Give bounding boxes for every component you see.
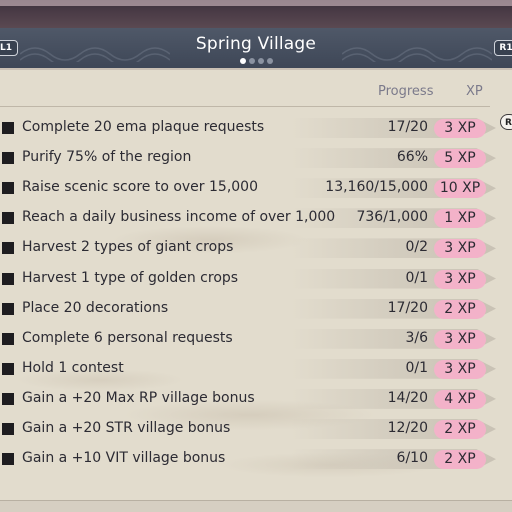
request-progress: 66% bbox=[396, 149, 428, 166]
square-bullet-icon bbox=[2, 423, 14, 435]
xp-badge: 3 XP bbox=[434, 239, 486, 259]
square-bullet-icon bbox=[2, 362, 14, 375]
r1-button[interactable]: R1 bbox=[494, 40, 512, 56]
xp-badge: 2 XP bbox=[434, 420, 486, 439]
request-name: Gain a +20 Max RP village bonus bbox=[22, 389, 255, 406]
request-row[interactable]: Purify 75% of the region 66% 5 XP bbox=[0, 145, 500, 171]
bottom-band bbox=[0, 500, 512, 512]
request-name: Complete 20 ema plaque requests bbox=[22, 119, 265, 135]
request-row[interactable]: Harvest 2 types of giant crops 0/2 3 XP bbox=[0, 235, 500, 261]
xp-badge: 10 XP bbox=[434, 179, 486, 199]
square-bullet-icon bbox=[2, 453, 14, 466]
square-bullet-icon bbox=[2, 242, 14, 255]
square-bullet-icon bbox=[2, 212, 14, 225]
village-requests-screen: Spring Village L1 R1 Progress XP R Compl… bbox=[0, 0, 512, 512]
xp-badge: 2 XP bbox=[434, 299, 486, 319]
request-progress: 0/1 bbox=[405, 359, 428, 376]
request-row[interactable]: Hold 1 contest 0/1 3 XP bbox=[0, 356, 500, 382]
l1-button[interactable]: L1 bbox=[0, 40, 18, 56]
top-pink-strip bbox=[0, 0, 512, 6]
request-name: Harvest 2 types of giant crops bbox=[22, 239, 234, 256]
request-progress: 12/20 bbox=[387, 420, 428, 436]
request-row[interactable]: Complete 20 ema plaque requests 17/20 3 XP bbox=[0, 115, 500, 141]
request-name: Gain a +20 STR village bonus bbox=[22, 420, 231, 436]
request-progress: 0/2 bbox=[405, 239, 428, 256]
xp-column-header: XP bbox=[466, 84, 483, 99]
request-progress: 17/20 bbox=[387, 119, 428, 135]
request-progress: 3/6 bbox=[405, 329, 428, 346]
xp-badge: 4 XP bbox=[434, 389, 486, 409]
xp-badge: 2 XP bbox=[434, 450, 486, 470]
square-bullet-icon bbox=[2, 152, 14, 165]
request-progress: 6/10 bbox=[396, 450, 428, 467]
request-row[interactable]: Place 20 decorations 17/20 2 XP bbox=[0, 296, 500, 322]
village-title: Spring Village bbox=[195, 34, 317, 54]
page-indicator bbox=[0, 56, 512, 64]
page-dot bbox=[257, 57, 264, 64]
request-row[interactable]: Gain a +20 STR village bonus 12/20 2 XP bbox=[0, 416, 500, 442]
xp-badge: 3 XP bbox=[434, 329, 486, 349]
xp-badge: 5 XP bbox=[434, 149, 486, 169]
request-row[interactable]: Harvest 1 type of golden crops 0/1 3 XP bbox=[0, 266, 500, 292]
request-row[interactable]: Gain a +20 Max RP village bonus 14/20 4 XP bbox=[0, 386, 500, 412]
square-bullet-icon bbox=[2, 392, 14, 405]
request-row[interactable]: Reach a daily business income of over 1,… bbox=[0, 205, 500, 231]
xp-badge: 3 XP bbox=[434, 359, 486, 379]
square-bullet-icon bbox=[2, 302, 14, 315]
header-divider bbox=[0, 106, 490, 107]
square-bullet-icon bbox=[2, 122, 14, 134]
request-name: Harvest 1 type of golden crops bbox=[22, 269, 239, 286]
top-decor-band bbox=[0, 0, 512, 29]
square-bullet-icon bbox=[2, 272, 14, 285]
request-name: Hold 1 contest bbox=[22, 359, 124, 376]
square-bullet-icon bbox=[2, 332, 14, 345]
request-name: Complete 6 personal requests bbox=[22, 329, 233, 346]
request-progress: 17/20 bbox=[387, 299, 428, 316]
request-name: Place 20 decorations bbox=[22, 299, 169, 316]
progress-column-header: Progress bbox=[378, 84, 434, 99]
request-name: Purify 75% of the region bbox=[22, 149, 192, 166]
column-headers: Progress XP bbox=[0, 84, 512, 102]
xp-badge: 3 XP bbox=[434, 119, 486, 138]
request-row[interactable]: Complete 6 personal requests 3/6 3 XP bbox=[0, 326, 500, 352]
xp-badge: 3 XP bbox=[434, 269, 486, 289]
request-progress: 0/1 bbox=[405, 269, 428, 286]
request-progress: 14/20 bbox=[387, 389, 428, 406]
request-row[interactable]: Raise scenic score to over 15,000 13,160/… bbox=[0, 175, 500, 201]
request-name: Raise scenic score to over 15,000 bbox=[22, 179, 258, 196]
page-dot-active bbox=[239, 57, 246, 64]
square-bullet-icon bbox=[2, 182, 14, 195]
page-dot bbox=[266, 57, 273, 64]
request-name: Gain a +10 VIT village bonus bbox=[22, 450, 226, 467]
xp-badge: 1 XP bbox=[434, 209, 486, 229]
page-dot bbox=[248, 57, 255, 64]
request-name: Reach a daily business income of over 1,… bbox=[22, 209, 336, 226]
r-tab-button[interactable]: R bbox=[500, 114, 512, 130]
request-row[interactable]: Gain a +10 VIT village bonus 6/10 2 XP bbox=[0, 446, 500, 472]
request-progress: 736/1,000 bbox=[356, 209, 428, 226]
request-progress: 13,160/15,000 bbox=[325, 179, 428, 196]
